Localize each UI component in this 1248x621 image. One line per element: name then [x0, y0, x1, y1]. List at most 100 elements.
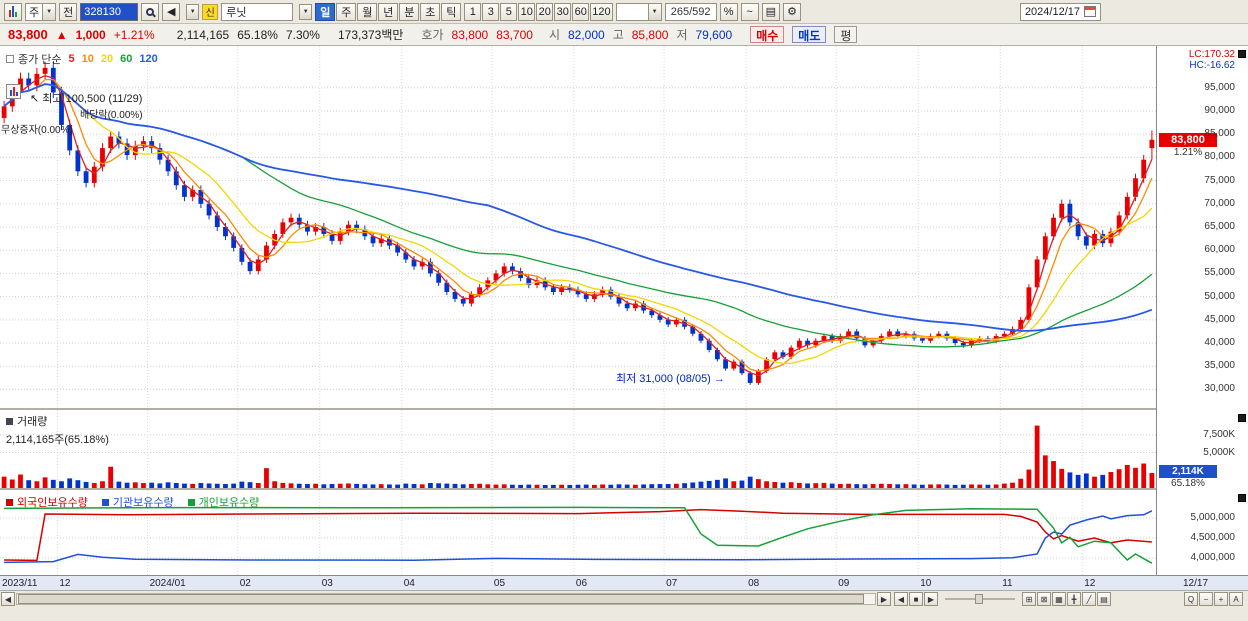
holdings-legend: 외국인보유수량 기관보유수량 개인보유수량 [6, 494, 259, 510]
wave-tool-icon[interactable]: ~ [740, 2, 759, 21]
ma-legend-title: 종가 단순 [18, 54, 62, 66]
interval-button-1[interactable]: 1 [464, 2, 482, 21]
hoga-label: 호가 [421, 28, 444, 42]
zoom-slider[interactable] [945, 594, 1015, 604]
prev-stock-button[interactable]: ◀ [162, 2, 181, 21]
bonus-issue-annotation: 무상증자(0.00%) [1, 125, 73, 136]
playback-button-0[interactable]: ◀ [894, 592, 908, 606]
period-button-주[interactable]: 주 [336, 2, 357, 21]
stock-name-value: 루닛 [226, 6, 247, 19]
interval-button-5[interactable]: 5 [500, 2, 518, 21]
period-button-년[interactable]: 년 [378, 2, 399, 21]
pane-separator[interactable] [0, 408, 1248, 410]
buy-button[interactable]: 매수 [750, 26, 785, 43]
x-axis-label: 2023/11 [2, 578, 38, 589]
playback-button-2[interactable]: ▶ [924, 592, 938, 606]
price-tick-label: 75,000 [1204, 174, 1235, 186]
mini-chart-tool-icon[interactable] [6, 84, 21, 99]
interval-button-30[interactable]: 30 [554, 2, 572, 21]
current-volume-pct: 65.18% [1159, 478, 1217, 490]
ma-legend-60: 60 [120, 53, 133, 65]
chevron-down-icon [299, 3, 313, 20]
price-chart-svg[interactable] [0, 46, 1156, 408]
chart-style-combo[interactable] [615, 2, 662, 21]
percent-icon[interactable]: % [719, 2, 738, 21]
interval-button-20[interactable]: 20 [536, 2, 554, 21]
chart-scrollbar[interactable] [16, 593, 876, 605]
chevron-down-icon [42, 3, 56, 20]
save-icon[interactable]: ▤ [761, 2, 781, 21]
scroll-left-button[interactable]: ◀ [1, 592, 15, 606]
price-change: 1,000 [75, 27, 106, 42]
volume-pane-collapse-button[interactable] [1238, 414, 1246, 422]
stock-history-dropdown[interactable] [183, 3, 200, 21]
search-icon[interactable] [141, 2, 160, 21]
main-pane-collapse-button[interactable] [1238, 50, 1246, 58]
volume-pane-title: 거래량 [17, 416, 48, 428]
settings-icon[interactable]: ⚙ [783, 2, 802, 21]
auto-scale-button[interactable]: A [1229, 592, 1243, 606]
jeon-button[interactable]: 전 [59, 2, 78, 21]
scrollbar-thumb[interactable] [18, 594, 864, 604]
current-price: 83,800 [8, 27, 48, 42]
select-box-icon[interactable]: ⊠ [1037, 592, 1051, 606]
volume-legend-icon [6, 418, 13, 425]
trade-value: 173,373백만 [337, 28, 404, 42]
pane-separator[interactable] [0, 488, 1248, 490]
interval-button-3[interactable]: 3 [482, 2, 500, 21]
low-annotation-text: 최저 31,000 (08/05) [616, 373, 711, 385]
chart-type-icon[interactable] [4, 2, 22, 21]
holdings-tick-label: 4,000,000 [1190, 552, 1236, 563]
x-axis-end-label: 12/17 [1183, 578, 1209, 589]
interval-button-120[interactable]: 120 [590, 2, 613, 21]
stock-name-field[interactable]: 루닛 [221, 2, 294, 21]
interval-button-10[interactable]: 10 [518, 2, 536, 21]
stock-name-dropdown[interactable] [296, 3, 313, 21]
price-tick-label: 55,000 [1204, 267, 1235, 279]
chart-region: 종가 단순 5 10 20 60 120 ↖ 최고 100,500 (11/29) 배당… [0, 46, 1248, 590]
sell-button[interactable]: 매도 [792, 26, 827, 43]
price-tick-label: 35,000 [1204, 360, 1235, 372]
market-type-combo[interactable]: 주 [25, 2, 57, 21]
volume-chart-svg[interactable] [0, 410, 1156, 488]
period-button-틱[interactable]: 틱 [441, 2, 462, 21]
playback-button-1[interactable]: ■ [909, 592, 923, 606]
chart-date-field[interactable]: 2024/12/17 [1019, 2, 1101, 21]
bar-position-field[interactable]: 265/592 [664, 2, 717, 21]
open-price: 82,000 [567, 27, 605, 42]
magnifier-icon[interactable]: Q [1184, 592, 1198, 606]
ma-legend-120: 120 [139, 53, 158, 65]
price-tick-label: 95,000 [1204, 81, 1235, 93]
ma-legend: 종가 단순 5 10 20 60 120 [6, 51, 158, 67]
low-arrow-icon: → [713, 373, 725, 385]
zoom-in-button[interactable]: + [1214, 592, 1228, 606]
zoom-slider-thumb[interactable] [975, 594, 983, 604]
high-annotation-text: 최고 100,500 (11/29) [42, 93, 143, 105]
period-button-월[interactable]: 월 [357, 2, 378, 21]
ask-price: 83,800 [451, 27, 489, 42]
period-button-초[interactable]: 초 [420, 2, 441, 21]
x-axis-strip: 12/17 2023/11 12 2024/01 02 03 04 05 06 07 08 09 10… [0, 575, 1248, 590]
price-tick-label: 60,000 [1204, 244, 1235, 256]
current-volume-box: 2,114K [1159, 465, 1217, 478]
scroll-right-button[interactable]: ▶ [877, 592, 891, 606]
stock-code-input[interactable]: 328130 [80, 2, 139, 21]
crosshair-icon[interactable]: ╋ [1067, 592, 1081, 606]
period-button-분[interactable]: 분 [399, 2, 420, 21]
grid-icon[interactable]: ▦ [1052, 592, 1066, 606]
panel-layout-icon[interactable]: ▤ [1097, 592, 1111, 606]
ma-legend-20: 20 [100, 53, 114, 65]
trendline-icon[interactable]: ╱ [1082, 592, 1096, 606]
x-axis-label: 02 [239, 578, 251, 589]
x-axis-label: 07 [666, 578, 678, 589]
interval-button-60[interactable]: 60 [572, 2, 590, 21]
x-axis-label: 2024/01 [149, 578, 186, 589]
period-button-일[interactable]: 일 [315, 2, 336, 21]
zoom-out-button[interactable]: − [1199, 592, 1213, 606]
volume-tick-label: 5,000K [1203, 446, 1235, 458]
ma-legend-values: 5 10 20 60 120 [62, 53, 158, 65]
holdings-pane-collapse-button[interactable] [1238, 494, 1246, 502]
avg-button[interactable]: 평 [834, 26, 858, 43]
open-label: 시 [548, 28, 560, 42]
zoom-area-icon[interactable]: ⊞ [1022, 592, 1036, 606]
